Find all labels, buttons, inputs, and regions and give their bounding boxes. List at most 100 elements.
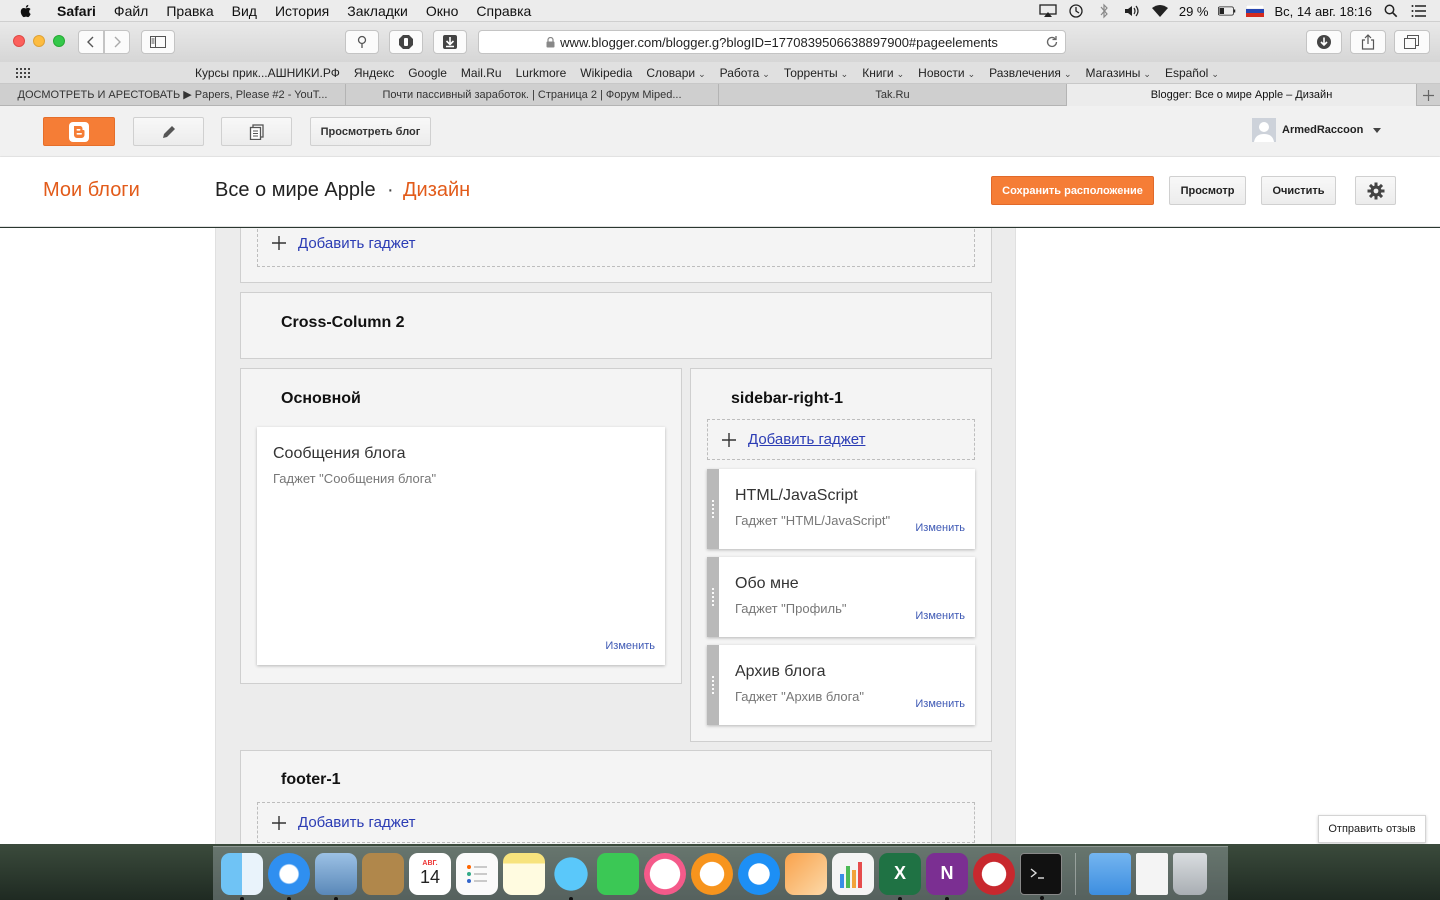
apple-menu-icon[interactable]	[18, 3, 34, 19]
messages-icon[interactable]	[550, 852, 592, 900]
menu-file[interactable]: Файл	[105, 3, 157, 19]
menu-app-safari[interactable]: Safari	[48, 3, 105, 19]
clear-button[interactable]: Очистить	[1261, 176, 1336, 205]
edit-gadget-link[interactable]: Изменить	[605, 640, 655, 652]
mail-icon[interactable]	[315, 852, 357, 900]
gadget-blog-archive[interactable]: Архив блога Гаджет "Архив блога" Изменит…	[707, 645, 975, 725]
menu-bookmarks[interactable]: Закладки	[338, 3, 417, 19]
zoom-window-button[interactable]	[53, 35, 65, 47]
time-machine-icon[interactable]	[1067, 3, 1085, 19]
notes-icon[interactable]	[503, 852, 545, 895]
settings-button[interactable]	[1355, 176, 1396, 205]
favorite-link[interactable]: Курсы прик...АШНИКИ.РФ	[195, 66, 340, 80]
calendar-icon[interactable]: АВГ. 14	[409, 852, 451, 895]
grid-icon[interactable]	[16, 67, 30, 78]
address-bar[interactable]: www.blogger.com/blogger.g?blogID=1770839…	[478, 30, 1066, 54]
drag-handle[interactable]	[707, 645, 719, 725]
add-gadget-link[interactable]: Добавить гаджет	[257, 228, 975, 267]
wifi-icon[interactable]	[1151, 3, 1169, 19]
tab-papers-please[interactable]: ДОСМОТРЕТЬ И АРЕСТОВАТЬ ▶ Papers, Please…	[0, 84, 346, 106]
menu-help[interactable]: Справка	[467, 3, 540, 19]
trash-icon[interactable]	[1173, 852, 1207, 895]
battery-icon[interactable]	[1218, 3, 1236, 19]
download-extension-button[interactable]	[433, 30, 467, 54]
itunes-icon[interactable]	[644, 852, 686, 895]
safari-icon[interactable]	[268, 852, 310, 900]
favorite-link[interactable]: Español ⌄	[1165, 66, 1219, 80]
favorite-link[interactable]: Работа ⌄	[720, 66, 770, 80]
pin-extension-button[interactable]	[345, 30, 379, 54]
add-gadget-link[interactable]: Добавить гаджет	[257, 802, 975, 843]
share-button[interactable]	[1350, 30, 1386, 54]
app-store-icon[interactable]	[738, 852, 780, 895]
gadget-html-javascript[interactable]: HTML/JavaScript Гаджет "HTML/JavaScript"…	[707, 469, 975, 549]
user-account-menu[interactable]: ArmedRaccoon	[1252, 118, 1382, 142]
gadget-profile[interactable]: Обо мне Гаджет "Профиль" Изменить	[707, 557, 975, 637]
favorite-link[interactable]: Новости ⌄	[918, 66, 975, 80]
menu-window[interactable]: Окно	[417, 3, 468, 19]
close-window-button[interactable]	[13, 35, 25, 47]
favorite-link[interactable]: Google	[408, 66, 447, 80]
add-gadget-link[interactable]: Добавить гаджет	[707, 419, 975, 460]
favorite-link[interactable]: Яндекс	[354, 66, 394, 80]
contacts-icon[interactable]	[362, 852, 404, 895]
spotlight-search-icon[interactable]	[1382, 3, 1400, 19]
favorite-link[interactable]: Торренты ⌄	[784, 66, 848, 80]
new-post-button[interactable]	[133, 117, 204, 146]
back-button[interactable]	[78, 30, 104, 54]
save-layout-button[interactable]: Сохранить расположение	[991, 176, 1154, 205]
drag-handle[interactable]	[707, 557, 719, 637]
new-tab-button[interactable]	[1417, 84, 1439, 106]
ibooks-icon[interactable]	[691, 852, 733, 895]
favorite-link[interactable]: Книги ⌄	[862, 66, 904, 80]
favorite-link[interactable]: Магазины ⌄	[1085, 66, 1150, 80]
send-feedback-button[interactable]: Отправить отзыв	[1318, 815, 1426, 843]
airplay-icon[interactable]	[1039, 3, 1057, 19]
posts-list-button[interactable]	[221, 117, 292, 146]
blogger-logo-button[interactable]	[43, 117, 115, 146]
view-blog-button[interactable]: Просмотреть блог	[310, 117, 431, 146]
excel-icon[interactable]: X	[879, 852, 921, 900]
reload-icon[interactable]	[1045, 35, 1059, 49]
pages-icon[interactable]	[785, 852, 827, 895]
notification-center-icon[interactable]	[1410, 3, 1428, 19]
bluetooth-icon[interactable]	[1095, 3, 1113, 19]
tab-blogger-design[interactable]: Blogger: Все о мире Apple – Дизайн	[1067, 84, 1417, 106]
chevron-right-icon	[114, 36, 121, 48]
adblock-button[interactable]	[389, 30, 423, 54]
facetime-icon[interactable]	[597, 852, 639, 895]
document-stack-icon[interactable]	[1136, 852, 1168, 895]
edit-gadget-link[interactable]: Изменить	[915, 522, 965, 534]
favorite-link[interactable]: Wikipedia	[580, 66, 632, 80]
flag-ru-icon[interactable]	[1246, 3, 1265, 19]
edit-gadget-link[interactable]: Изменить	[915, 698, 965, 710]
favorite-link[interactable]: Lurkmore	[516, 66, 567, 80]
preview-button[interactable]: Просмотр	[1169, 176, 1246, 205]
gadget-blog-posts[interactable]: Сообщения блога Гаджет "Сообщения блога"…	[257, 427, 665, 665]
menu-view[interactable]: Вид	[223, 3, 266, 19]
numbers-icon[interactable]	[832, 852, 874, 895]
menu-edit[interactable]: Правка	[157, 3, 222, 19]
finder-icon[interactable]	[221, 852, 263, 900]
downloads-folder-icon[interactable]	[1089, 852, 1131, 895]
forward-button[interactable]	[104, 30, 130, 54]
volume-icon[interactable]	[1123, 3, 1141, 19]
tab-tak-ru[interactable]: Tak.Ru	[719, 84, 1067, 106]
reminders-icon[interactable]	[456, 852, 498, 895]
tab-forum-miped[interactable]: Почти пассивный заработок. | Страница 2 …	[346, 84, 719, 106]
show-tabs-button[interactable]	[1394, 30, 1430, 54]
menu-history[interactable]: История	[266, 3, 338, 19]
drag-handle[interactable]	[707, 469, 719, 549]
downloads-button[interactable]	[1306, 30, 1342, 54]
favorite-link[interactable]: Словари ⌄	[646, 66, 705, 80]
favorite-link[interactable]: Mail.Ru	[461, 66, 502, 80]
favorite-link[interactable]: Развлечения ⌄	[989, 66, 1071, 80]
cleaner-app-icon[interactable]	[973, 852, 1015, 895]
my-blogs-link[interactable]: Мои блоги	[43, 179, 140, 202]
onenote-icon[interactable]: N	[926, 852, 968, 900]
sidebar-toggle-button[interactable]	[141, 30, 175, 54]
terminal-icon[interactable]	[1020, 852, 1062, 900]
menubar-clock[interactable]: Вс, 14 авг. 18:16	[1274, 4, 1372, 19]
edit-gadget-link[interactable]: Изменить	[915, 610, 965, 622]
minimize-window-button[interactable]	[33, 35, 45, 47]
